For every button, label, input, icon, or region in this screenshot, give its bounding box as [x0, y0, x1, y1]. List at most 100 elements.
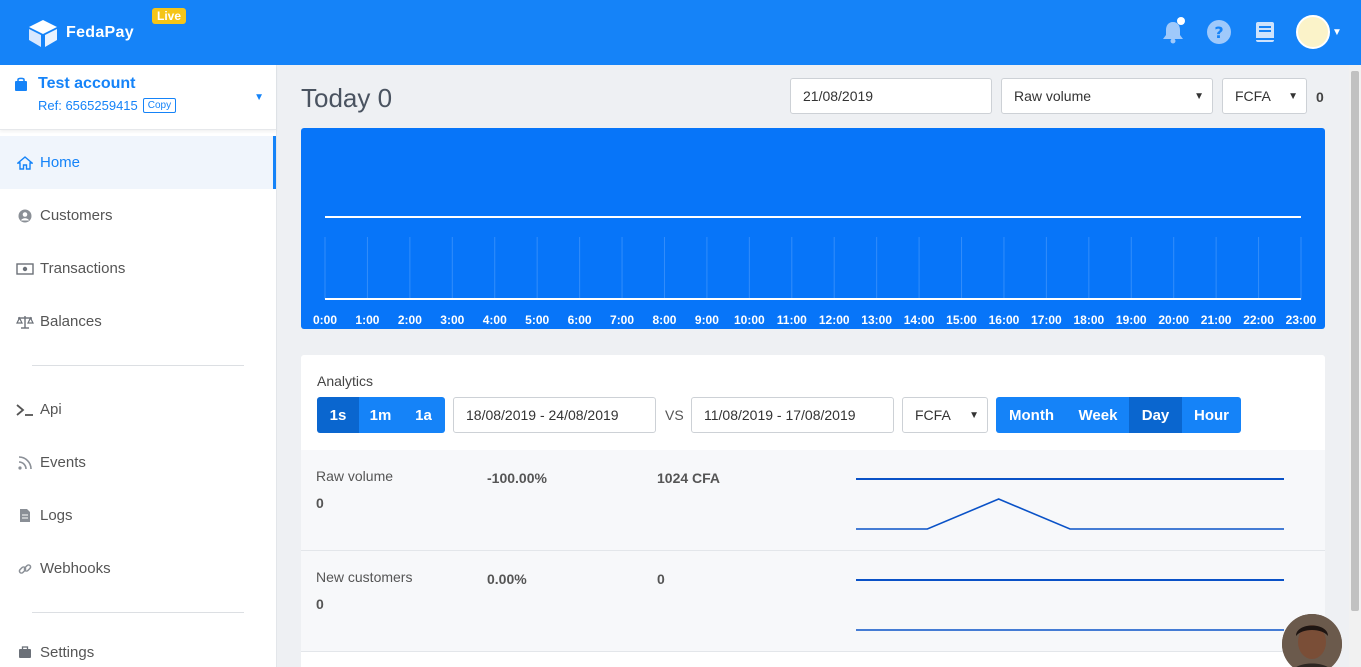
sidebar-item-balances[interactable]: Balances — [0, 295, 276, 348]
x-tick-label: 13:00 — [861, 313, 892, 327]
sidebar: Test account Ref: 6565259415 Copy ▼ Home… — [0, 65, 277, 667]
metric-amount: 0 — [657, 571, 665, 587]
x-tick-label: 11:00 — [777, 313, 807, 327]
home-icon — [16, 154, 34, 172]
x-tick-label: 4:00 — [483, 313, 507, 327]
x-tick-label: 0:00 — [313, 313, 337, 327]
shopping-bag-icon — [15, 77, 27, 91]
sidebar-item-settings[interactable]: Settings — [0, 630, 276, 667]
sidebar-item-webhooks[interactable]: Webhooks — [0, 542, 276, 595]
analytics-currency-select[interactable]: FCFA ▼ — [902, 397, 988, 433]
date-input[interactable]: 21/08/2019 — [790, 78, 992, 114]
sidebar-divider — [32, 612, 244, 613]
sidebar-item-label: Api — [40, 401, 62, 418]
metric-label: Raw volume — [316, 468, 394, 484]
scrollbar-thumb[interactable] — [1351, 71, 1359, 611]
x-tick-label: 16:00 — [989, 313, 1020, 327]
notification-dot — [1177, 17, 1185, 25]
notifications-button[interactable] — [1157, 14, 1189, 50]
compare-period-input[interactable]: 11/08/2019 - 17/08/2019 — [691, 397, 894, 433]
sidebar-item-label: Webhooks — [40, 560, 111, 577]
analytics-currency-value: FCFA — [915, 407, 951, 423]
sidebar-item-label: Events — [40, 454, 86, 471]
range-button-group: 1s 1m 1a — [317, 397, 445, 433]
account-name: Test account — [38, 75, 136, 92]
live-badge: Live — [152, 8, 187, 24]
support-chat-avatar[interactable] — [1282, 614, 1342, 667]
help-button[interactable]: ? — [1203, 14, 1235, 50]
x-tick-label: 22:00 — [1243, 313, 1274, 327]
top-bar: FedaPay Live ? ▼ — [0, 0, 1361, 65]
sidebar-item-api[interactable]: Api — [0, 383, 276, 436]
docs-button[interactable] — [1249, 14, 1281, 50]
sidebar-item-customers[interactable]: Customers — [0, 189, 276, 242]
date-input-value: 21/08/2019 — [803, 88, 874, 104]
svg-text:?: ? — [1214, 23, 1223, 42]
range-1s-button[interactable]: 1s — [317, 397, 359, 433]
brand-logo[interactable]: FedaPay — [26, 18, 134, 48]
granularity-month-button[interactable]: Month — [996, 397, 1067, 433]
account-switcher[interactable]: Test account Ref: 6565259415 Copy ▼ — [0, 65, 276, 130]
page-scrollbar[interactable] — [1349, 65, 1361, 667]
metric-change: -100.00% — [487, 470, 547, 486]
account-ref: Ref: 6565259415 — [38, 98, 138, 113]
x-tick-label: 2:00 — [398, 313, 422, 327]
sidebar-item-label: Transactions — [40, 260, 126, 277]
current-period-input[interactable]: 18/08/2019 - 24/08/2019 — [453, 397, 656, 433]
scale-icon — [16, 313, 34, 331]
terminal-icon — [16, 401, 34, 419]
file-icon — [16, 507, 34, 525]
x-tick-label: 9:00 — [695, 313, 719, 327]
money-icon — [16, 260, 34, 278]
x-tick-label: 21:00 — [1201, 313, 1232, 327]
metric-value: 0 — [316, 495, 324, 511]
granularity-hour-button[interactable]: Hour — [1182, 397, 1241, 433]
sidebar-item-label: Settings — [40, 643, 95, 661]
user-avatar — [1296, 15, 1331, 49]
main-content: Today 0 21/08/2019 Raw volume ▼ FCFA ▼ 0… — [277, 65, 1349, 667]
granularity-day-button[interactable]: Day — [1129, 397, 1182, 433]
sidebar-item-events[interactable]: Events — [0, 436, 276, 489]
x-tick-label: 3:00 — [440, 313, 464, 327]
sidebar-item-logs[interactable]: Logs — [0, 489, 276, 542]
metric-sparkline — [856, 478, 1284, 530]
user-menu[interactable]: ▼ — [1295, 14, 1343, 50]
granularity-week-button[interactable]: Week — [1067, 397, 1129, 433]
range-1m-button[interactable]: 1m — [359, 397, 402, 433]
link-icon — [16, 560, 34, 578]
x-tick-label: 5:00 — [525, 313, 549, 327]
sidebar-item-home[interactable]: Home — [0, 136, 276, 189]
chevron-down-icon: ▼ — [1332, 26, 1342, 38]
range-1a-button[interactable]: 1a — [402, 397, 445, 433]
x-tick-label: 19:00 — [1116, 313, 1147, 327]
metric-select-value: Raw volume — [1014, 88, 1092, 104]
chevron-down-icon: ▼ — [254, 92, 264, 103]
analytics-title: Analytics — [317, 373, 374, 389]
sidebar-item-transactions[interactable]: Transactions — [0, 242, 276, 295]
person-photo-icon — [1282, 614, 1342, 667]
metric-row-raw-volume: Raw volume 0 -100.00% 1024 CFA — [301, 450, 1325, 551]
x-tick-label: 18:00 — [1073, 313, 1104, 327]
compare-period-value: 11/08/2019 - 17/08/2019 — [704, 407, 856, 423]
user-circle-icon — [16, 207, 34, 225]
currency-select-value: FCFA — [1235, 88, 1271, 104]
sidebar-item-label: Logs — [40, 507, 73, 524]
sidebar-item-label: Balances — [40, 313, 102, 330]
hourly-chart: 0:00 1:00 2:00 3:00 4:00 5:00 6:00 7:00 8:00 9:00… — [301, 128, 1325, 329]
metric-select[interactable]: Raw volume ▼ — [1001, 78, 1213, 114]
currency-select[interactable]: FCFA ▼ — [1222, 78, 1307, 114]
total-value: 0 — [1316, 89, 1324, 105]
rss-icon — [16, 454, 34, 472]
x-tick-label: 15:00 — [946, 313, 977, 327]
granularity-button-group: Month Week Day Hour — [996, 397, 1241, 433]
x-tick-label: 6:00 — [568, 313, 592, 327]
x-tick-label: 7:00 — [610, 313, 634, 327]
x-tick-label: 14:00 — [904, 313, 935, 327]
sidebar-divider — [32, 365, 244, 366]
x-tick-label: 23:00 — [1286, 313, 1317, 327]
metric-value: 0 — [316, 596, 324, 612]
cube-logo-icon — [29, 20, 57, 47]
chevron-down-icon: ▼ — [1288, 90, 1298, 102]
copy-ref-button[interactable]: Copy — [142, 98, 177, 113]
sidebar-item-label: Home — [40, 154, 81, 171]
